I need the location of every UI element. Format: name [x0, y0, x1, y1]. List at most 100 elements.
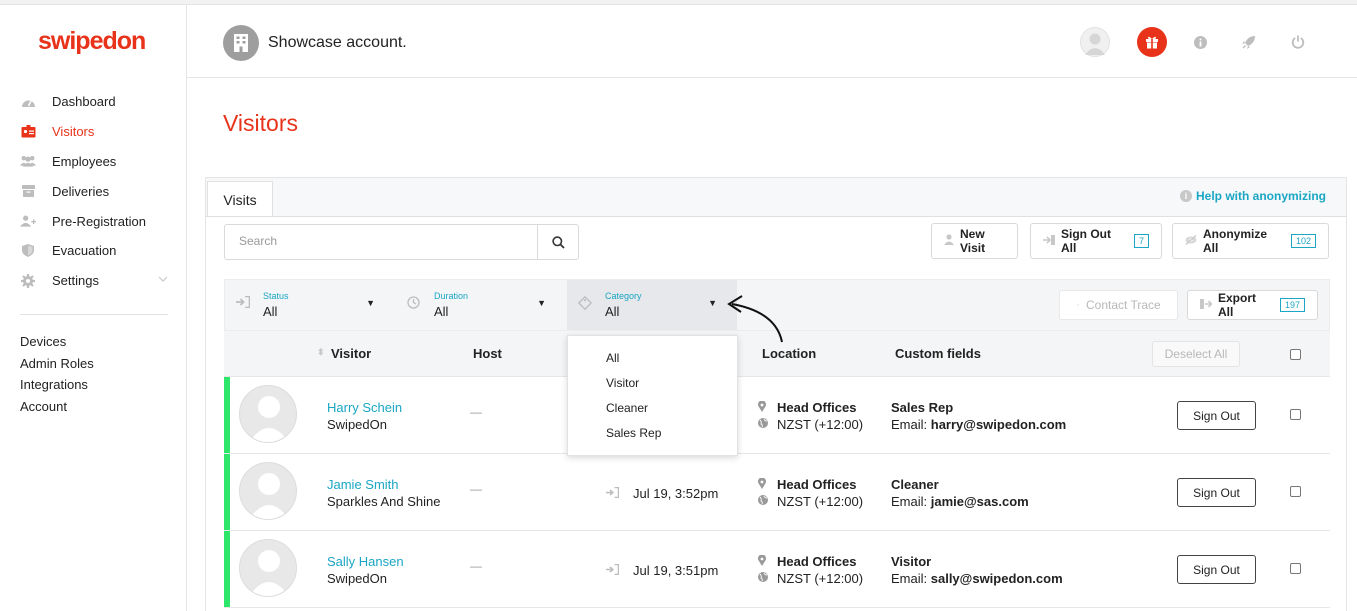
sidebar-link-admin-roles[interactable]: Admin Roles [20, 356, 94, 378]
rocket-icon[interactable] [1234, 27, 1264, 57]
sign-out-button[interactable]: Sign Out [1177, 478, 1256, 507]
select-all-checkbox[interactable] [1290, 349, 1301, 360]
info-icon[interactable] [1185, 27, 1215, 57]
sidebar-item-pre-registration[interactable]: Pre-Registration [20, 206, 170, 236]
category-option-visitor[interactable]: Visitor [606, 376, 639, 390]
contact-trace-button[interactable]: · Contact Trace [1059, 290, 1178, 320]
new-visit-button[interactable]: New Visit [931, 223, 1018, 259]
category-option-all[interactable]: All [606, 351, 619, 365]
sign-in-icon [606, 486, 620, 501]
sign-in-icon [236, 295, 251, 311]
sign-out-icon [1043, 234, 1055, 248]
anonymize-all-button[interactable]: Anonymize All 102 [1172, 223, 1329, 259]
status-indicator [224, 454, 230, 530]
table-row[interactable]: Jamie Smith Sparkles And Shine — Jul 19,… [224, 454, 1330, 531]
row-checkbox[interactable] [1290, 486, 1301, 497]
sidebar-link-integrations[interactable]: Integrations [20, 377, 94, 399]
sign-out-button[interactable]: Sign Out [1177, 401, 1256, 430]
tab-visits[interactable]: Visits [207, 181, 273, 217]
caret-down-icon: ▼ [708, 298, 717, 308]
globe-icon [758, 418, 768, 431]
search-icon [551, 235, 565, 249]
anonymize-all-count: 102 [1290, 234, 1316, 248]
host-value: — [470, 482, 482, 496]
sort-icon[interactable]: ⬍ [317, 347, 325, 358]
email-value: sally@swipedon.com [930, 571, 1063, 586]
sidebar-item-label: Settings [52, 273, 99, 289]
chevron-down-icon[interactable] [158, 274, 168, 285]
custom-field-email: Email: sally@swipedon.com [891, 571, 1063, 586]
sidebar-item-visitors[interactable]: Visitors [20, 117, 170, 147]
visitor-name-link[interactable]: Jamie Smith [327, 477, 399, 492]
sidebar-item-settings[interactable]: Settings [20, 266, 170, 296]
visitor-name-link[interactable]: Sally Hansen [327, 554, 404, 569]
swipedon-logo[interactable]: swipedon [38, 27, 146, 56]
sidebar-link-account[interactable]: Account [20, 399, 94, 421]
shield-icon [20, 244, 36, 258]
row-checkbox[interactable] [1290, 563, 1301, 574]
table-row[interactable]: Harry Schein SwipedOn — Head Offices NZS… [224, 377, 1330, 454]
sidebar-item-employees[interactable]: Employees [20, 147, 170, 177]
search-input[interactable] [239, 234, 529, 248]
category-filter[interactable]: Category All ▼ [567, 280, 737, 330]
sidebar-item-label: Visitors [52, 124, 95, 140]
location-label: Head Offices [777, 554, 857, 569]
dashboard-icon [20, 95, 36, 109]
sidebar-divider [20, 314, 168, 315]
sidebar-links: Devices Admin Roles Integrations Account [20, 334, 94, 420]
column-header-visitor[interactable]: Visitor [331, 346, 371, 361]
sign-out-all-label: Sign Out All [1061, 227, 1111, 255]
export-all-button[interactable]: Export All 197 [1187, 290, 1318, 320]
sign-in-time: Jul 19, 3:51pm [606, 563, 718, 578]
eye-slash-icon [1185, 234, 1197, 248]
gift-icon[interactable] [1137, 27, 1167, 57]
sidebar-link-devices[interactable]: Devices [20, 334, 94, 356]
timezone-label: NZST (+12:00) [777, 417, 864, 432]
map-pin-icon [758, 476, 768, 492]
sidebar-item-evacuation[interactable]: Evacuation [20, 236, 170, 266]
sidebar-item-label: Employees [52, 153, 117, 169]
visitor-company: Sparkles And Shine [327, 494, 441, 509]
map-pin-icon [758, 399, 768, 415]
power-icon[interactable] [1283, 27, 1313, 57]
help-anonymizing-link[interactable]: i Help with anonymizing [1179, 189, 1326, 203]
sidebar-item-deliveries[interactable]: Deliveries [20, 176, 170, 206]
search-button[interactable] [537, 225, 578, 259]
sidebar-item-dashboard[interactable]: Dashboard [20, 87, 170, 117]
visitor-name-link[interactable]: Harry Schein [327, 400, 402, 415]
sign-out-all-count: 7 [1133, 234, 1149, 248]
category-option-cleaner[interactable]: Cleaner [606, 401, 648, 415]
page-title: Visitors [223, 110, 298, 136]
duration-filter[interactable]: Duration All ▼ [396, 280, 566, 330]
location-label: Head Offices [777, 477, 857, 492]
custom-field-category: Visitor [891, 554, 932, 569]
gear-icon [20, 273, 36, 288]
location-timezone: NZST (+12:00) [758, 494, 863, 509]
export-icon [1200, 298, 1213, 312]
table-row[interactable]: Sally Hansen SwipedOn — Jul 19, 3:51pm H… [224, 531, 1330, 608]
sign-in-icon [606, 563, 620, 578]
user-avatar-icon[interactable] [1080, 27, 1110, 57]
sidebar: swipedon Dashboard Visitors Employees De… [0, 5, 187, 611]
account-name: Showcase account. [268, 34, 407, 51]
column-header-location: Location [762, 346, 817, 361]
email-label: Email: [891, 494, 928, 509]
category-filter-label: Category [605, 291, 642, 301]
deselect-all-button[interactable]: Deselect All [1152, 341, 1240, 367]
email-label: Email: [891, 571, 928, 586]
globe-icon [758, 572, 768, 585]
map-pin-icon [758, 553, 768, 569]
status-filter[interactable]: Status All ▼ [225, 280, 395, 330]
top-header: Showcase account. [187, 5, 1357, 78]
sign-out-button[interactable]: Sign Out [1177, 555, 1256, 584]
row-checkbox[interactable] [1290, 409, 1301, 420]
sign-in-time: Jul 19, 3:52pm [606, 486, 718, 501]
tag-icon [577, 295, 593, 313]
help-anonymizing-label: Help with anonymizing [1195, 189, 1326, 203]
sign-in-time-label: Jul 19, 3:51pm [633, 563, 719, 578]
sign-out-all-button[interactable]: Sign Out All 7 [1030, 223, 1162, 259]
sidebar-item-label: Evacuation [52, 243, 117, 259]
category-option-sales-rep[interactable]: Sales Rep [606, 426, 661, 440]
host-value: — [470, 405, 482, 419]
duration-filter-label: Duration [434, 291, 469, 301]
